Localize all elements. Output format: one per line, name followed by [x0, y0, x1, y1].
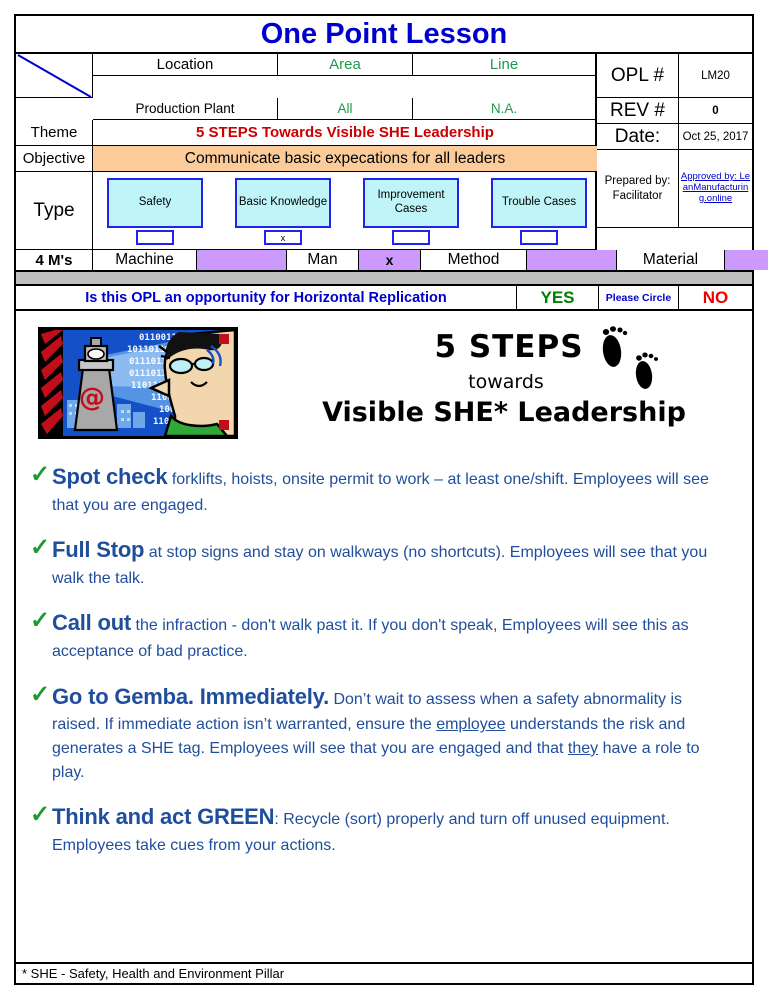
date-value[interactable]: Oct 25, 2017	[679, 124, 752, 150]
area-label: Area	[278, 54, 413, 76]
type-option-safety[interactable]: Safety	[107, 178, 203, 228]
type-checkbox-improvement-cases[interactable]	[392, 230, 430, 245]
signoff-row: Prepared by: Facilitator Approved by: Le…	[597, 150, 752, 228]
four-m-material-mark[interactable]	[725, 250, 768, 270]
four-m-method-label: Method	[421, 250, 527, 270]
lesson-body: 011001100110 10110110101 0111011001 0111…	[16, 311, 752, 983]
step-rest: at stop signs and stay on walkways (no s…	[52, 544, 708, 587]
footprints-icon	[596, 325, 666, 402]
checkmark-icon: ✓	[30, 461, 51, 488]
opl-page: One Point Lesson Location Area Line Prod…	[0, 0, 768, 994]
headline-leadership: Visible SHE* Leadership	[322, 397, 686, 428]
step-lead: Call out	[52, 610, 132, 636]
rev-label: REV #	[597, 98, 679, 124]
date-row: Date: Oct 25, 2017	[597, 124, 752, 150]
rev-row: REV # 0	[597, 98, 752, 124]
step-text: Full Stop at stop signs and stay on walk…	[52, 534, 734, 590]
four-m-machine-label: Machine	[93, 250, 197, 270]
step-text: Go to Gemba. Immediately. Don’t wait to …	[52, 681, 734, 785]
list-item: ✓ Think and act GREEN: Recycle (sort) pr…	[30, 801, 734, 857]
opl-value[interactable]: LM20	[679, 54, 752, 98]
hr-no-option[interactable]: NO	[679, 286, 752, 309]
lighthouse-communication-illustration: 011001100110 10110110101 0111011001 0111…	[38, 327, 238, 439]
diagonal-cell	[16, 54, 93, 98]
headline-steps: 5 STEPS	[434, 329, 584, 365]
four-m-label: 4 M's	[16, 250, 93, 270]
hr-yes-option[interactable]: YES	[517, 286, 599, 309]
objective-label: Objective	[16, 146, 93, 172]
objective-row: Objective Communicate basic expecations …	[16, 146, 597, 172]
location-value[interactable]: Production Plant	[93, 98, 278, 120]
location-value-row: Production Plant All N.A.	[16, 76, 595, 120]
checkmark-icon: ✓	[30, 680, 51, 708]
objective-value[interactable]: Communicate basic expecations for all le…	[93, 146, 597, 172]
divider-strip	[16, 272, 752, 286]
illustration-svg: 011001100110 10110110101 0111011001 0111…	[41, 330, 235, 436]
checkmark-icon: ✓	[30, 607, 51, 635]
location-label: Location	[93, 54, 278, 76]
four-m-method-mark[interactable]	[527, 250, 617, 270]
step-lead: Full Stop	[52, 537, 145, 563]
headline-towards: towards	[468, 371, 544, 393]
step-lead: Think and act GREEN	[52, 804, 275, 830]
type-checkbox-basic-knowledge[interactable]: x	[264, 230, 302, 245]
four-m-man-label: Man	[287, 250, 359, 270]
footnote: * SHE - Safety, Health and Environment P…	[16, 962, 752, 983]
step-text: Think and act GREEN: Recycle (sort) prop…	[52, 801, 734, 857]
list-item: ✓ Full Stop at stop signs and stay on wa…	[30, 534, 734, 590]
type-option-improvement-cases[interactable]: Improvement Cases	[363, 178, 459, 228]
type-checkbox-trouble-cases[interactable]	[520, 230, 558, 245]
step-lead: Spot check	[52, 464, 168, 489]
opl-sheet: One Point Lesson Location Area Line Prod…	[14, 14, 768, 985]
step-lead: Go to Gemba. Immediately.	[52, 683, 329, 709]
theme-row: Theme 5 STEPS Towards Visible SHE Leader…	[16, 120, 597, 146]
four-m-machine-mark[interactable]	[197, 250, 287, 270]
hr-question: Is this OPL an opportunity for Horizonta…	[16, 286, 517, 309]
list-item: ✓ Call out the infraction - don't walk p…	[30, 607, 734, 663]
type-options: Safety Basic Knowledge x Improvement Cas…	[93, 172, 597, 250]
step-rest: the infraction - don't walk past it. If …	[52, 617, 689, 660]
area-value[interactable]: All	[278, 98, 413, 120]
body-headline: 5 STEPS towards Visible SHE* Leadership	[238, 323, 752, 439]
header-block: Location Area Line Production Plant All …	[16, 54, 752, 250]
type-option-trouble-cases[interactable]: Trouble Cases	[491, 178, 587, 228]
prepared-by: Prepared by: Facilitator	[597, 150, 679, 228]
theme-label: Theme	[16, 120, 93, 146]
approved-by-link[interactable]: Approved by: LeanManufacturing.online	[679, 150, 752, 228]
four-m-row: 4 M's Machine Man x Method Material	[16, 250, 768, 272]
header-right: OPL # LM20 REV # 0 Date: Oct 25, 2017 Pr…	[597, 54, 752, 250]
checkmark-icon: ✓	[30, 801, 51, 829]
step-text: Spot check forklifts, hoists, onsite per…	[52, 461, 734, 517]
list-item: ✓ Go to Gemba. Immediately. Don’t wait t…	[30, 681, 734, 785]
underlined-term: they	[567, 739, 599, 757]
line-value[interactable]: N.A.	[413, 98, 595, 120]
four-m-material-label: Material	[617, 250, 725, 270]
hr-instruction: Please Circle	[599, 286, 679, 309]
rev-value[interactable]: 0	[679, 98, 752, 124]
date-label: Date:	[597, 124, 679, 150]
list-item: ✓ Spot check forklifts, hoists, onsite p…	[30, 461, 734, 517]
opl-label: OPL #	[597, 54, 679, 98]
horizontal-replication-row: Is this OPL an opportunity for Horizonta…	[16, 286, 752, 311]
steps-list: ✓ Spot check forklifts, hoists, onsite p…	[16, 439, 752, 857]
step-text: Call out the infraction - don't walk pas…	[52, 607, 734, 663]
header-left: Location Area Line Production Plant All …	[16, 54, 597, 250]
checkmark-icon: ✓	[30, 534, 51, 562]
four-m-man-mark[interactable]: x	[359, 250, 421, 270]
theme-value[interactable]: 5 STEPS Towards Visible SHE Leadership	[93, 120, 597, 146]
svg-text:@: @	[79, 383, 105, 413]
page-title: One Point Lesson	[260, 17, 508, 50]
line-label: Line	[413, 54, 595, 76]
type-option-basic-knowledge[interactable]: Basic Knowledge	[235, 178, 331, 228]
title-row: One Point Lesson	[16, 16, 752, 54]
underlined-term: employee	[436, 716, 506, 734]
type-label: Type	[16, 172, 93, 250]
opl-row: OPL # LM20	[597, 54, 752, 98]
body-header: 011001100110 10110110101 0111011001 0111…	[16, 311, 752, 439]
type-checkbox-safety[interactable]	[136, 230, 174, 245]
type-row: Type Safety Basic Knowledge x Improvemen…	[16, 172, 597, 250]
